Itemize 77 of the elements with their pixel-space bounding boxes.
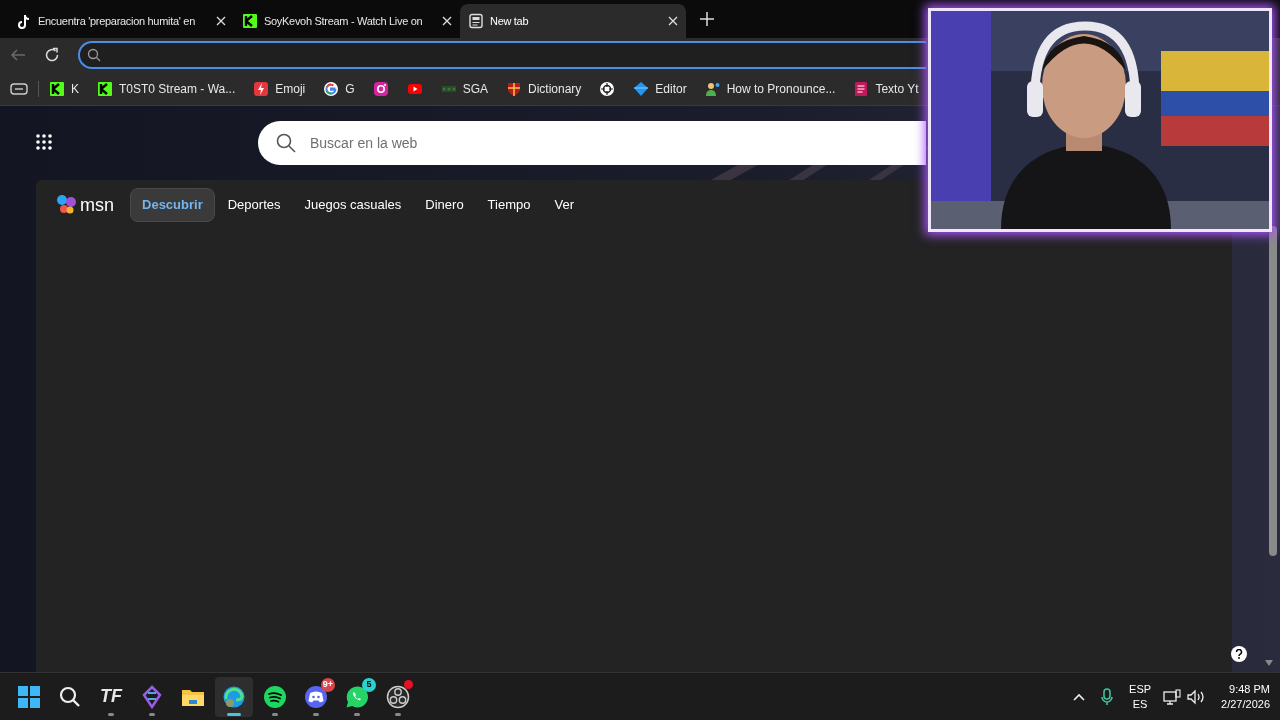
bookmark-link[interactable]: T0ST0 Stream - Wa... bbox=[97, 79, 236, 98]
running-indicator bbox=[354, 712, 360, 716]
notification-badge: 9+ bbox=[320, 677, 335, 692]
browser-tab[interactable]: Encuentra 'preparacion humita' en bbox=[8, 4, 234, 38]
nav-tab[interactable]: Tiempo bbox=[476, 188, 542, 222]
bookmark-link[interactable]: How to Pronounce... bbox=[704, 79, 836, 98]
msn-logo: msn bbox=[56, 191, 114, 219]
windows-logo-icon bbox=[17, 684, 41, 709]
nav-tab[interactable]: Juegos casuales bbox=[293, 188, 413, 222]
film-reel-icon bbox=[386, 684, 410, 709]
taskbar-app-button[interactable]: 5 bbox=[338, 676, 376, 717]
nav-tab[interactable]: Ver bbox=[543, 188, 585, 222]
nav-tab[interactable]: Descubrir bbox=[130, 188, 215, 222]
bookmark-link[interactable]: K bbox=[49, 79, 79, 98]
search-icon bbox=[276, 133, 296, 153]
scroll-down-arrow-icon[interactable] bbox=[1265, 660, 1273, 666]
new-tab-plus-icon[interactable] bbox=[700, 12, 714, 26]
bookmark-link[interactable]: SGA bbox=[440, 79, 488, 98]
taskbar-app-button[interactable]: TF bbox=[92, 676, 130, 717]
music-note-icon bbox=[16, 13, 32, 29]
lightning-icon bbox=[253, 80, 270, 97]
question-icon bbox=[1235, 649, 1243, 659]
running-indicator bbox=[313, 712, 319, 716]
address-bar[interactable] bbox=[78, 41, 926, 69]
nav-tab[interactable]: Dinero bbox=[414, 188, 475, 222]
tab-icon[interactable] bbox=[10, 82, 28, 95]
k-logo-icon bbox=[49, 80, 65, 97]
google-icon bbox=[323, 80, 340, 97]
tab-title: Encuentra 'preparacion humita' en bbox=[38, 13, 195, 29]
close-icon[interactable] bbox=[216, 16, 226, 26]
chevron-up-icon[interactable] bbox=[1073, 692, 1086, 701]
browser-tab[interactable]: New tab bbox=[460, 4, 686, 38]
tab-title: New tab bbox=[490, 13, 529, 29]
new-tab-icon bbox=[468, 13, 484, 29]
bookmark-link[interactable]: Dictionary bbox=[505, 79, 582, 98]
close-icon[interactable] bbox=[668, 16, 678, 26]
notification-badge: 5 bbox=[362, 677, 376, 692]
tab-title: SoyKevoh Stream - Watch Live on bbox=[264, 13, 423, 29]
bookmark-link[interactable]: Emoji bbox=[253, 79, 306, 98]
taskbar-app-button[interactable] bbox=[215, 676, 253, 717]
phone-bubble-icon bbox=[345, 684, 369, 709]
document-icon bbox=[853, 80, 870, 97]
network-icon[interactable] bbox=[1163, 688, 1182, 705]
apps-grid-icon[interactable] bbox=[36, 134, 54, 152]
reload-icon[interactable] bbox=[44, 47, 60, 63]
gem-icon bbox=[140, 684, 164, 709]
taskbar-app-button[interactable]: 9+ bbox=[297, 676, 335, 717]
language-indicator[interactable]: ESP ES bbox=[1129, 681, 1152, 712]
running-indicator bbox=[272, 712, 278, 716]
speaker-icon[interactable] bbox=[1187, 688, 1206, 705]
k-logo-icon bbox=[242, 13, 258, 29]
camera-icon[interactable] bbox=[372, 80, 389, 97]
bookmark-link[interactable]: Texto Yt bbox=[853, 79, 919, 98]
sound-waves-icon bbox=[263, 684, 287, 709]
browser-tab[interactable]: SoyKevoh Stream - Watch Live on bbox=[234, 4, 460, 38]
running-indicator bbox=[395, 712, 401, 716]
search-icon bbox=[58, 684, 82, 709]
microphone-icon[interactable] bbox=[1101, 687, 1114, 706]
running-indicator bbox=[108, 712, 114, 716]
bookmark-link[interactable]: G bbox=[323, 79, 355, 98]
knot-icon[interactable] bbox=[599, 80, 616, 97]
running-indicator bbox=[227, 712, 241, 716]
butterfly-icon bbox=[56, 194, 78, 216]
close-icon[interactable] bbox=[442, 16, 452, 26]
search-field[interactable]: Buscar en la web bbox=[258, 121, 926, 165]
running-indicator bbox=[149, 712, 155, 716]
bookmark-link[interactable]: Editor bbox=[633, 79, 687, 98]
search-icon bbox=[87, 48, 101, 62]
scrollbar-thumb[interactable] bbox=[1269, 226, 1277, 556]
crest-icon bbox=[505, 80, 522, 97]
diamond-icon bbox=[633, 80, 650, 97]
k-logo-icon bbox=[97, 80, 113, 97]
swirl-icon bbox=[222, 684, 246, 709]
person-icon bbox=[704, 80, 721, 97]
back-arrow-icon[interactable] bbox=[10, 47, 26, 63]
nav-tab[interactable]: Deportes bbox=[216, 188, 292, 222]
clock[interactable]: 9:48 PM 2/27/2026 bbox=[1221, 681, 1270, 712]
